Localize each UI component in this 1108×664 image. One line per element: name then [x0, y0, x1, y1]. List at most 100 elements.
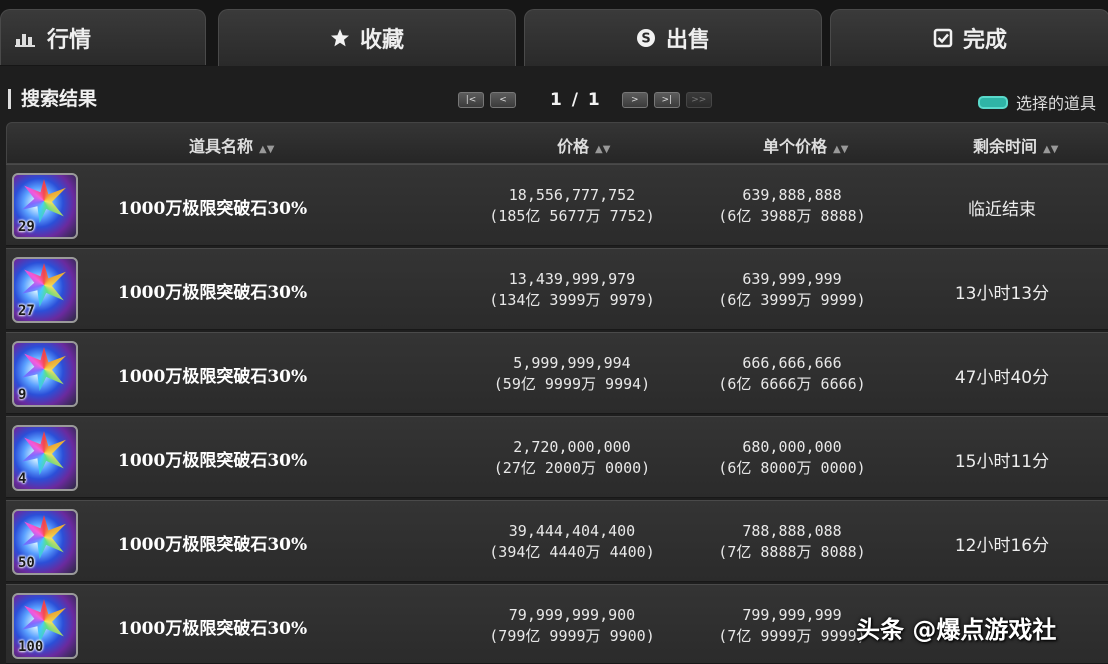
table-row[interactable]: 4 1000万极限突破石30% 2,720,000,000 (27亿 2000万 … [6, 416, 1108, 498]
item-quantity: 50 [18, 555, 35, 571]
time-left: 12小时16分 [954, 536, 1050, 556]
tab-market-label: 行情 [47, 27, 92, 53]
col-time-header[interactable]: 剩余时间 ▲▼ [973, 133, 1058, 157]
col-price-header[interactable]: 价格 ▲▼ [557, 133, 610, 157]
unit-price-cell: 639,888,888 (6亿 3988万 8888) [692, 185, 892, 227]
current-page: 1 [550, 90, 564, 110]
skip-pages-button[interactable]: >> [685, 92, 712, 108]
item-name: 1000万极限突破石30% [118, 451, 308, 471]
tab-favorites[interactable]: 收藏 [218, 9, 516, 66]
price-cn: (59亿 9999万 9994) [493, 375, 651, 393]
sort-icon: ▲▼ [1043, 144, 1059, 155]
item-thumbnail: 29 [12, 173, 78, 239]
results-header: 搜索结果 |< < 1 / 1 > >| >> 选择的道具 [0, 80, 1108, 120]
item-thumbnail: 100 [12, 593, 78, 659]
legend-swatch [978, 95, 1008, 109]
section-title: 搜索结果 [8, 89, 97, 109]
price-cn: (27亿 2000万 0000) [493, 459, 651, 477]
price-value: 2,720,000,000 [513, 438, 631, 456]
total-pages: 1 [587, 90, 602, 110]
price-cell: 79,999,999,900 (799亿 9999万 9900) [472, 605, 672, 647]
time-left: 47小时40分 [954, 368, 1050, 388]
prev-page-button[interactable]: < [490, 92, 516, 108]
price-cn: (799亿 9999万 9900) [489, 627, 655, 645]
item-thumbnail: 27 [12, 257, 78, 323]
item-name: 1000万极限突破石30% [118, 535, 308, 555]
table-row[interactable]: 27 1000万极限突破石30% 13,439,999,979 (134亿 399… [6, 248, 1108, 330]
item-name: 1000万极限突破石30% [118, 619, 308, 639]
checkbox-icon [933, 28, 953, 48]
unit-price-value: 666,666,666 [742, 354, 842, 372]
price-value: 39,444,404,400 [508, 522, 636, 540]
tab-market[interactable]: 行情 [0, 9, 206, 65]
breakthrough-stone-icon [22, 599, 66, 643]
breakthrough-stone-icon [22, 179, 66, 223]
unit-price-cn: (6亿 6666万 6666) [718, 375, 866, 393]
item-thumbnail: 9 [12, 341, 78, 407]
unit-price-cell: 680,000,000 (6亿 8000万 0000) [692, 437, 892, 479]
table-row[interactable]: 9 1000万极限突破石30% 5,999,999,994 (59亿 9999万 … [6, 332, 1108, 414]
breakthrough-stone-icon [22, 431, 66, 475]
tab-complete-label: 完成 [962, 28, 1007, 53]
last-page-button[interactable]: >| [653, 92, 680, 108]
page-separator: / [571, 90, 580, 110]
price-cell: 5,999,999,994 (59亿 9999万 9994) [472, 353, 672, 395]
price-value: 5,999,999,994 [513, 354, 631, 372]
price-cell: 13,439,999,979 (134亿 3999万 9979) [472, 269, 672, 311]
col-price-label: 价格 [557, 137, 590, 156]
item-quantity: 27 [18, 303, 35, 319]
time-left: 15小时11分 [954, 452, 1050, 472]
item-quantity: 4 [18, 471, 27, 487]
breakthrough-stone-icon [22, 263, 66, 307]
unit-price-cell: 666,666,666 (6亿 6666万 6666) [692, 353, 892, 395]
sort-icon: ▲▼ [259, 144, 275, 155]
next-page-button[interactable]: > [621, 92, 648, 108]
tab-sell[interactable]: S 出售 [524, 9, 822, 66]
svg-text:S: S [641, 32, 650, 47]
unit-price-cell: 788,888,088 (7亿 8888万 8088) [692, 521, 892, 563]
time-left: 临近结束 [968, 200, 1036, 220]
price-value: 79,999,999,900 [508, 606, 636, 624]
unit-price-value: 639,999,999 [742, 270, 842, 288]
col-unit-price-label: 单个价格 [763, 137, 828, 156]
price-cell: 39,444,404,400 (394亿 4440万 4400) [472, 521, 672, 563]
table-row[interactable]: 50 1000万极限突破石30% 39,444,404,400 (394亿 444… [6, 500, 1108, 582]
col-time-label: 剩余时间 [973, 137, 1038, 156]
tab-bar: 行情 收藏 S 出售 完成 [0, 0, 1108, 66]
market-icon [15, 29, 37, 47]
breakthrough-stone-icon [22, 515, 66, 559]
sort-icon: ▲▼ [833, 144, 849, 155]
price-value: 18,556,777,752 [508, 186, 636, 204]
unit-price-cell: 639,999,999 (6亿 3999万 9999) [692, 269, 892, 311]
table-header: 道具名称 ▲▼ 价格 ▲▼ 单个价格 ▲▼ 剩余时间 ▲▼ [6, 122, 1108, 164]
unit-price-value: 639,888,888 [742, 186, 842, 204]
sell-coin-icon: S [636, 28, 656, 48]
page-indicator: 1 / 1 [550, 90, 602, 110]
col-unit-price-header[interactable]: 单个价格 ▲▼ [763, 133, 848, 157]
table-row[interactable]: 29 1000万极限突破石30% 18,556,777,752 (185亿 567… [6, 164, 1108, 246]
item-name: 1000万极限突破石30% [118, 283, 308, 303]
item-quantity: 100 [18, 639, 44, 655]
item-name: 1000万极限突破石30% [118, 367, 308, 387]
sort-icon: ▲▼ [595, 144, 611, 155]
unit-price-cn: (6亿 3988万 8888) [718, 207, 866, 225]
price-value: 13,439,999,979 [508, 270, 636, 288]
unit-price-value: 788,888,088 [742, 522, 842, 540]
item-name: 1000万极限突破石30% [118, 199, 308, 219]
item-quantity: 9 [18, 387, 27, 403]
price-cn: (134亿 3999万 9979) [489, 291, 655, 309]
tab-sell-label: 出售 [665, 28, 710, 53]
unit-price-cn: (7亿 8888万 8088) [718, 543, 866, 561]
tab-complete[interactable]: 完成 [830, 9, 1108, 66]
col-name-header[interactable]: 道具名称 ▲▼ [189, 133, 274, 157]
item-thumbnail: 4 [12, 425, 78, 491]
item-quantity: 29 [18, 219, 35, 235]
price-cell: 18,556,777,752 (185亿 5677万 7752) [472, 185, 672, 227]
tab-favorites-label: 收藏 [359, 28, 404, 53]
unit-price-cn: (6亿 3999万 9999) [718, 291, 866, 309]
legend-label: 选择的道具 [1016, 94, 1097, 113]
breakthrough-stone-icon [22, 347, 66, 391]
star-icon [330, 28, 350, 48]
pagination: |< < 1 / 1 > >| >> [458, 90, 718, 110]
first-page-button[interactable]: |< [458, 92, 484, 108]
